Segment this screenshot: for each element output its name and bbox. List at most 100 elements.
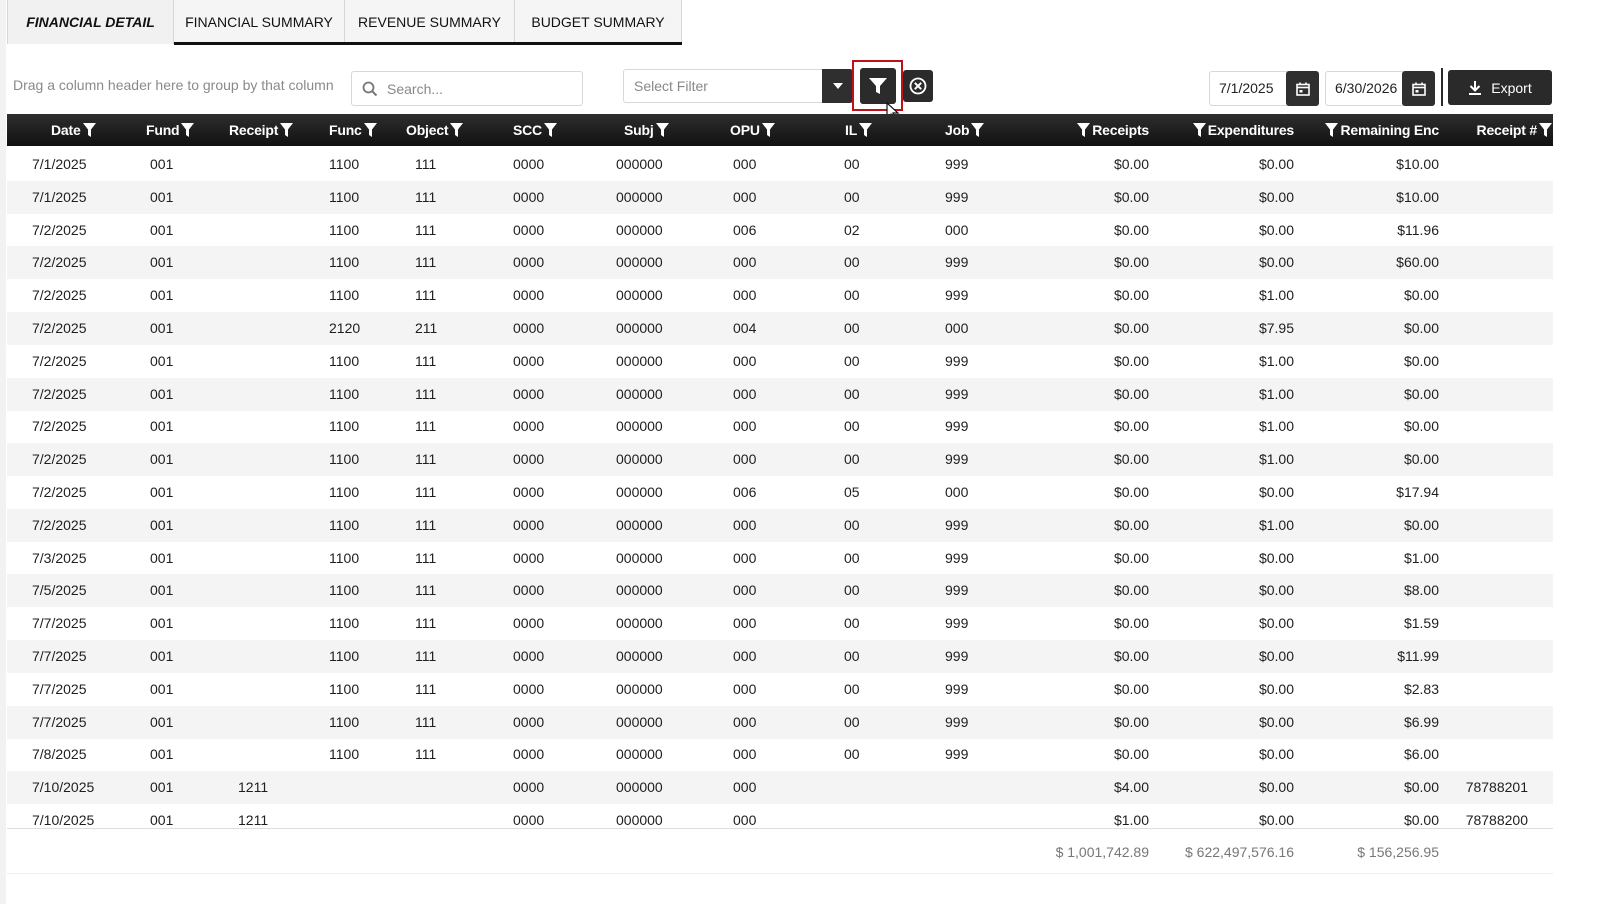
column-filter-icon[interactable] bbox=[761, 123, 775, 137]
column-header-scc[interactable]: SCC bbox=[513, 114, 583, 146]
column-header-receipt[interactable]: Receipt bbox=[229, 114, 324, 146]
cell-date: 7/2/2025 bbox=[32, 516, 87, 533]
column-header-subj[interactable]: Subj bbox=[624, 114, 694, 146]
tab-revenue-summary[interactable]: REVENUE SUMMARY bbox=[345, 0, 515, 44]
filter-dropdown-button[interactable] bbox=[822, 69, 853, 103]
table-row[interactable]: 7/2/2025 001 1100 111 0000 000000 000 00 999 $0.0… bbox=[7, 279, 1553, 312]
filter-select[interactable]: Select Filter bbox=[623, 69, 823, 103]
cell-func: 1100 bbox=[329, 582, 360, 599]
group-panel-hint[interactable]: Drag a column header here to group by th… bbox=[13, 77, 334, 93]
cell-date: 7/2/2025 bbox=[32, 320, 87, 336]
column-filter-icon[interactable] bbox=[1325, 123, 1339, 137]
table-row[interactable]: 7/2/2025 001 1100 111 0000 000000 000 00 999 $0.0… bbox=[7, 410, 1553, 443]
table-row[interactable]: 7/2/2025 001 1100 111 0000 000000 000 00 999 $0.0… bbox=[7, 377, 1553, 411]
column-header-remaining-enc[interactable]: Remaining Enc bbox=[1302, 114, 1439, 146]
cell-subj: 000000 bbox=[616, 221, 663, 238]
tabs-underline bbox=[174, 42, 682, 45]
column-filter-icon[interactable] bbox=[971, 123, 985, 137]
column-header-expenditures[interactable]: Expenditures bbox=[1167, 114, 1294, 146]
table-row[interactable]: 7/2/2025 001 1100 111 0000 000000 000 00 999 $0.0… bbox=[7, 345, 1553, 378]
cell-subj: 000000 bbox=[616, 451, 663, 468]
table-row[interactable]: 7/1/2025 001 1100 111 0000 000000 000 00 999 $0.0… bbox=[7, 148, 1553, 181]
cell-job: 000 bbox=[945, 484, 969, 500]
cell-remaining-enc: $11.96 bbox=[1397, 221, 1439, 238]
cell-job: 999 bbox=[945, 615, 969, 632]
table-row[interactable]: 7/7/2025 001 1100 111 0000 000000 000 00 999 $0.0… bbox=[7, 640, 1553, 673]
column-header-job[interactable]: Job bbox=[945, 114, 995, 146]
cell-scc: 0000 bbox=[513, 648, 545, 664]
tab-financial-summary[interactable]: FINANCIAL SUMMARY bbox=[174, 0, 345, 44]
table-row[interactable]: 7/2/2025 001 1100 111 0000 000000 000 00 999 $0.0… bbox=[7, 246, 1553, 280]
cell-subj: 000000 bbox=[616, 352, 663, 369]
tab-budget-summary[interactable]: BUDGET SUMMARY bbox=[515, 0, 682, 44]
column-filter-icon[interactable] bbox=[363, 123, 377, 137]
table-row[interactable]: 7/7/2025 001 1100 111 0000 000000 000 00 999 $0.0… bbox=[7, 673, 1553, 706]
export-button[interactable]: Export bbox=[1448, 70, 1552, 105]
apply-filter-button[interactable] bbox=[860, 68, 896, 104]
column-header-il[interactable]: IL bbox=[845, 114, 885, 146]
table-row[interactable]: 7/2/2025 001 1100 111 0000 000000 000 00 999 $0.0… bbox=[7, 508, 1553, 542]
column-filter-icon[interactable] bbox=[82, 123, 96, 137]
cell-expenditures: $1.00 bbox=[1258, 451, 1294, 468]
cell-receipts: $0.00 bbox=[1113, 320, 1149, 336]
column-filter-icon[interactable] bbox=[655, 123, 669, 137]
cell-scc: 0000 bbox=[513, 188, 545, 205]
cell-receipt: 1211 bbox=[238, 779, 269, 796]
end-date-input[interactable]: 6/30/2026 bbox=[1325, 71, 1405, 106]
search-field[interactable] bbox=[351, 71, 583, 106]
column-header-fund[interactable]: Fund bbox=[146, 114, 226, 146]
table-row[interactable]: 7/2/2025 001 2120 211 0000 000000 004 00 000 $0.0… bbox=[7, 312, 1553, 345]
column-filter-icon[interactable] bbox=[181, 123, 195, 137]
cell-receipt bbox=[238, 279, 298, 312]
start-date-input[interactable]: 7/1/2025 bbox=[1209, 71, 1289, 106]
column-filter-icon[interactable] bbox=[1077, 123, 1091, 137]
cell-func: 2120 bbox=[329, 320, 361, 336]
column-header-date[interactable]: Date bbox=[51, 114, 141, 146]
cell-receipt bbox=[1429, 673, 1528, 706]
table-row[interactable]: 7/10/2025 001 1211 0000 000000 000 $1.00 $0.00 $… bbox=[7, 804, 1553, 828]
table-row[interactable]: 7/2/2025 001 1100 111 0000 000000 000 00 999 $0.0… bbox=[7, 443, 1553, 477]
table-row[interactable]: 7/2/2025 001 1100 111 0000 000000 006 02 000 $0.0… bbox=[7, 214, 1553, 247]
column-filter-icon[interactable] bbox=[543, 123, 557, 137]
column-header-object[interactable]: Object bbox=[406, 114, 491, 146]
table-row[interactable]: 7/10/2025 001 1211 0000 000000 000 $4.00 $0.00 $… bbox=[7, 771, 1553, 805]
column-filter-icon[interactable] bbox=[450, 123, 464, 137]
table-row[interactable]: 7/3/2025 001 1100 111 0000 000000 000 00 999 $0.0… bbox=[7, 542, 1553, 575]
column-header-func[interactable]: Func bbox=[329, 114, 399, 146]
chevron-down-icon bbox=[832, 83, 843, 89]
cell-func: 1100 bbox=[329, 648, 360, 664]
cell-opu: 000 bbox=[733, 254, 757, 271]
table-row[interactable]: 7/7/2025 001 1100 111 0000 000000 000 00 999 $0.0… bbox=[7, 607, 1553, 640]
column-filter-icon[interactable] bbox=[280, 123, 294, 137]
table-row[interactable]: 7/5/2025 001 1100 111 0000 000000 000 00 999 $0.0… bbox=[7, 574, 1553, 608]
column-filter-icon[interactable] bbox=[859, 123, 873, 137]
cell-remaining-enc: $0.00 bbox=[1403, 287, 1439, 304]
table-row[interactable]: 7/7/2025 001 1100 111 0000 000000 000 00 999 $0.0… bbox=[7, 705, 1553, 739]
search-input[interactable] bbox=[387, 80, 567, 97]
column-header-opu[interactable]: OPU bbox=[730, 114, 800, 146]
cell-receipt bbox=[238, 738, 298, 771]
cell-fund: 001 bbox=[150, 746, 174, 763]
column-header-receipts[interactable]: Receipts bbox=[1047, 114, 1149, 146]
cell-il: 00 bbox=[844, 516, 860, 533]
cell-subj: 000000 bbox=[616, 615, 663, 632]
column-filter-icon[interactable] bbox=[1192, 123, 1206, 137]
tab-financial-detail[interactable]: FINANCIAL DETAIL bbox=[7, 0, 174, 44]
table-row[interactable]: 7/2/2025 001 1100 111 0000 000000 006 05 000 $0.0… bbox=[7, 476, 1553, 509]
start-date-calendar-button[interactable] bbox=[1286, 71, 1319, 106]
cell-remaining-enc: $0.00 bbox=[1403, 516, 1439, 533]
table-row[interactable]: 7/8/2025 001 1100 111 0000 000000 000 00 999 $0.0… bbox=[7, 738, 1553, 771]
column-header-receipt[interactable]: Receipt # bbox=[1462, 114, 1552, 146]
table-row[interactable]: 7/1/2025 001 1100 111 0000 000000 000 00 999 $0.0… bbox=[7, 180, 1553, 214]
clear-filter-button[interactable] bbox=[903, 70, 933, 102]
cell-job: 999 bbox=[945, 352, 969, 369]
cell-il: 00 bbox=[844, 287, 860, 304]
end-date-calendar-button[interactable] bbox=[1402, 71, 1435, 106]
cell-il: 00 bbox=[844, 352, 860, 369]
column-filter-icon[interactable] bbox=[1539, 123, 1552, 137]
cell-fund: 001 bbox=[150, 287, 174, 304]
column-header-label: Func bbox=[329, 122, 362, 138]
cell-job: 999 bbox=[945, 680, 969, 697]
grid-body[interactable]: 7/1/2025 001 1100 111 0000 000000 000 00 999 $0.0… bbox=[7, 148, 1553, 828]
cell-func bbox=[329, 804, 389, 828]
